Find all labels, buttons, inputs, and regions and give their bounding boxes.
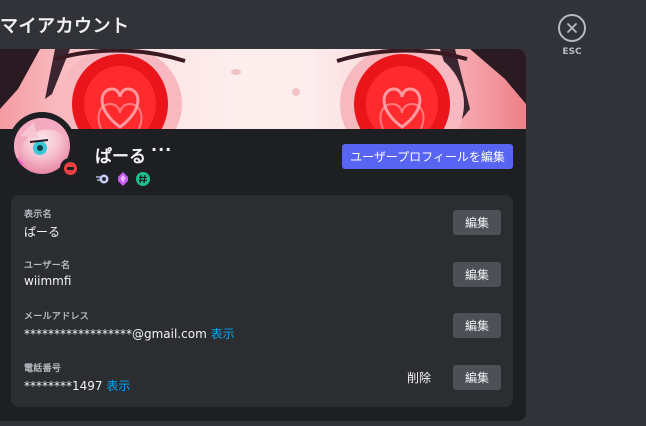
username-field: ユーザー名 wiimmfi — [24, 258, 71, 288]
badge-list — [96, 172, 150, 186]
close-icon — [567, 23, 577, 33]
phone-label: 電話番号 — [24, 364, 62, 374]
display-name-label: 表示名 — [24, 210, 52, 220]
delete-phone-button[interactable]: 削除 — [407, 365, 431, 390]
email-value: ******************@gmail.com — [24, 327, 207, 341]
email-field: メールアドレス ******************@gmail.com 表示 — [24, 309, 235, 342]
boost-badge-icon[interactable] — [116, 172, 130, 186]
edit-phone-button[interactable]: 編集 — [453, 365, 501, 390]
display-name-field: 表示名 ぱーる — [24, 207, 60, 240]
edit-display-name-button[interactable]: 編集 — [453, 210, 501, 235]
page-title: マイアカウント — [0, 16, 130, 37]
banner-art — [0, 49, 526, 129]
username-value: wiimmfi — [24, 274, 72, 288]
email-label: メールアドレス — [24, 312, 90, 322]
more-options-icon[interactable]: ··· — [151, 140, 172, 159]
display-name-value: ぱーる — [24, 225, 61, 239]
esc-label: ESC — [562, 47, 582, 57]
status-dnd-icon — [60, 158, 80, 178]
edit-user-profile-button[interactable]: ユーザープロフィールを編集 — [342, 144, 513, 169]
close-button[interactable] — [558, 14, 586, 42]
profile-banner — [0, 49, 526, 129]
reveal-phone-link[interactable]: 表示 — [106, 379, 130, 393]
phone-field: 電話番号 ********1497 表示 — [24, 361, 130, 394]
close-settings[interactable]: ESC — [556, 14, 588, 57]
edit-email-button[interactable]: 編集 — [453, 313, 501, 338]
reveal-email-link[interactable]: 表示 — [211, 327, 235, 341]
nitro-badge-icon[interactable] — [96, 172, 110, 186]
hypesquad-badge-icon[interactable] — [136, 172, 150, 186]
profile-display-name: ぱーる — [95, 147, 146, 167]
username-label: ユーザー名 — [24, 261, 71, 271]
account-info-panel: 表示名 ぱーる 編集 ユーザー名 wiimmfi 編集 メールアドレス ****… — [11, 195, 513, 407]
edit-username-button[interactable]: 編集 — [453, 262, 501, 287]
phone-value: ********1497 — [24, 379, 103, 393]
